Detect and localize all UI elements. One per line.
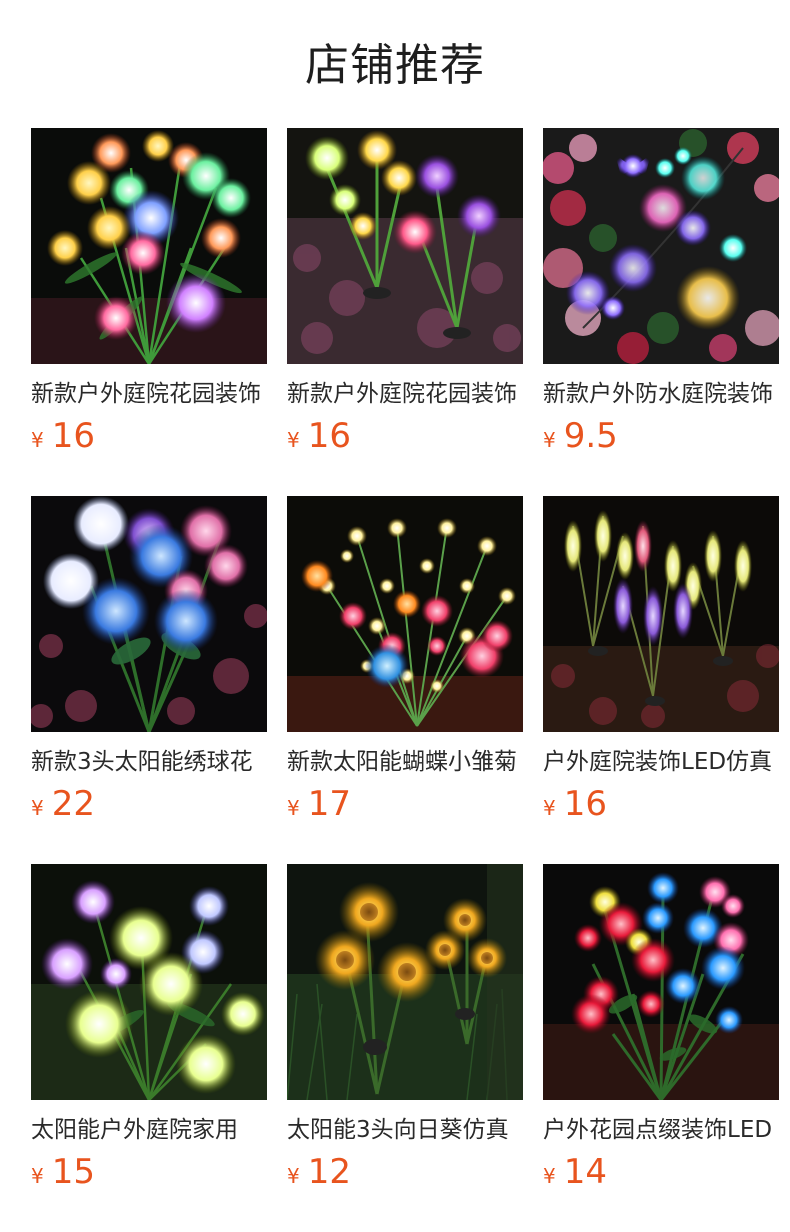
product-name[interactable]: 新款户外庭院花园装饰 xyxy=(287,378,523,410)
currency-symbol: ¥ xyxy=(31,1164,44,1188)
orchid-lights-image[interactable] xyxy=(31,864,267,1100)
product-name[interactable]: 新款太阳能蝴蝶小雏菊 xyxy=(287,746,523,778)
product-price: ¥16 xyxy=(287,414,351,458)
product-card[interactable]: 太阳能3头向日葵仿真 ¥12 xyxy=(287,864,523,1232)
product-card[interactable]: 新款户外庭院花园装饰 ¥16 xyxy=(31,128,267,496)
product-price: ¥15 xyxy=(31,1150,95,1194)
currency-symbol: ¥ xyxy=(543,1164,556,1188)
product-grid: 新款户外庭院花园装饰 ¥16 新款户外庭院花园装饰 ¥ 16 新款户外防水庭院装… xyxy=(31,128,779,1232)
currency-symbol: ¥ xyxy=(543,796,556,820)
price-amount: 15 xyxy=(51,1152,95,1192)
currency-symbol: ¥ xyxy=(31,428,44,452)
product-name[interactable]: 太阳能3头向日葵仿真 xyxy=(287,1114,523,1146)
price-amount: 16 xyxy=(307,416,351,456)
product-card[interactable]: 新款3头太阳能绣球花 ¥22 xyxy=(31,496,267,864)
product-name[interactable]: 新款户外庭院花园装饰 xyxy=(31,378,267,410)
lavender-lights-image[interactable] xyxy=(543,496,779,732)
product-name[interactable]: 太阳能户外庭院家用 xyxy=(31,1114,267,1146)
product-name[interactable]: 新款户外防水庭院装饰 xyxy=(543,378,779,410)
product-card[interactable]: 新款太阳能蝴蝶小雏菊 ¥17 xyxy=(287,496,523,864)
product-card[interactable]: 户外庭院装饰LED仿真 ¥16 xyxy=(543,496,779,864)
currency-symbol: ¥ xyxy=(543,428,556,452)
product-card[interactable]: 太阳能户外庭院家用 ¥15 xyxy=(31,864,267,1232)
product-card[interactable]: 户外花园点缀装饰LED ¥14 xyxy=(543,864,779,1232)
butterfly-lights-image[interactable] xyxy=(543,128,779,364)
hydrangea-lights-image[interactable] xyxy=(31,496,267,732)
product-price: ¥16 xyxy=(543,782,607,826)
butterfly-daisy-lights-image[interactable] xyxy=(287,496,523,732)
price-amount: 9.5 xyxy=(563,416,618,456)
page-title: 店铺推荐 xyxy=(305,40,485,91)
currency-symbol: ¥ xyxy=(31,796,44,820)
product-price: ¥14 xyxy=(543,1150,607,1194)
calla-lily-lights-image[interactable] xyxy=(287,128,523,364)
price-amount: 17 xyxy=(307,784,351,824)
product-price: ¥22 xyxy=(31,782,95,826)
currency-symbol: ¥ xyxy=(287,1164,300,1188)
product-price: ¥9.5 xyxy=(543,414,618,458)
product-name[interactable]: 新款3头太阳能绣球花 xyxy=(31,746,267,778)
price-amount: 22 xyxy=(51,784,95,824)
price-amount: 16 xyxy=(51,416,95,456)
rose-lights-image[interactable] xyxy=(543,864,779,1100)
currency-symbol: ¥ xyxy=(287,428,300,452)
product-card[interactable]: 新款户外防水庭院装饰 ¥9.5 xyxy=(543,128,779,496)
product-price: ¥12 xyxy=(287,1150,351,1194)
product-name[interactable]: 户外花园点缀装饰LED xyxy=(543,1114,779,1146)
colorful-lily-lights-image[interactable] xyxy=(31,128,267,364)
currency-symbol: ¥ xyxy=(287,796,300,820)
sunflower-lights-image[interactable] xyxy=(287,864,523,1100)
price-amount: 14 xyxy=(563,1152,607,1192)
price-amount: 16 xyxy=(563,784,607,824)
product-price: ¥16 xyxy=(31,414,95,458)
product-price: ¥17 xyxy=(287,782,351,826)
product-name[interactable]: 户外庭院装饰LED仿真 xyxy=(543,746,779,778)
price-amount: 12 xyxy=(307,1152,351,1192)
product-card[interactable]: 新款户外庭院花园装饰 ¥16 xyxy=(287,128,523,496)
